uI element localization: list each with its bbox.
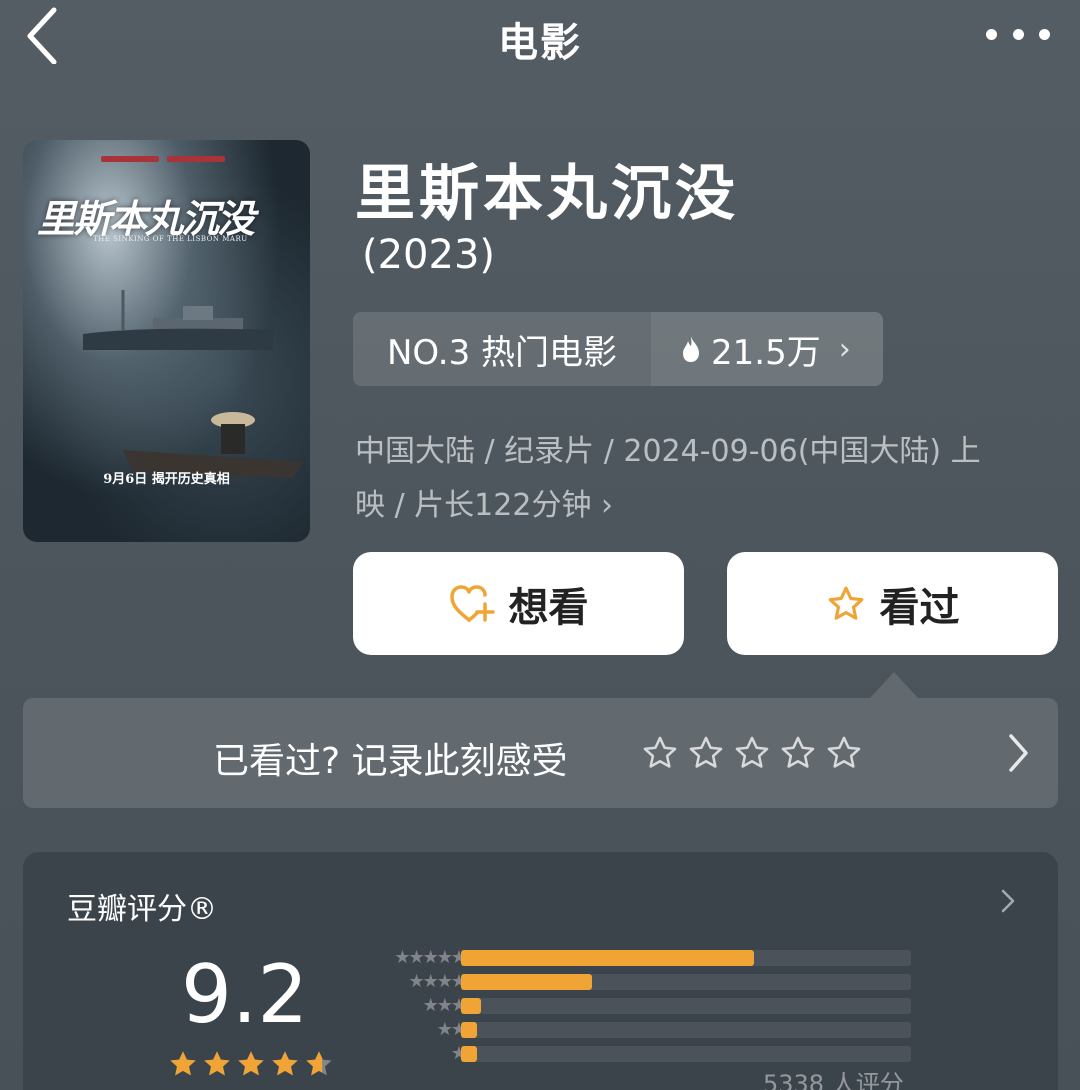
distribution-track — [461, 1046, 911, 1062]
rank-label: NO.3 热门电影 — [386, 332, 618, 373]
movie-meta-line-2[interactable]: 映 / 片长122分钟 › — [355, 480, 1045, 524]
top-bar: 电影 — [0, 0, 1080, 80]
flame-icon — [683, 336, 699, 362]
rate-prompt-text: 已看过? 记录此刻感受 — [213, 741, 568, 782]
distribution-row: ★ — [345, 1042, 925, 1066]
heat-value: 21.5万 — [711, 332, 821, 373]
chevron-right-icon — [1001, 889, 1015, 913]
rate-stars[interactable] — [641, 734, 863, 772]
more-dot-icon — [986, 28, 997, 40]
star-outline-icon[interactable] — [641, 734, 679, 772]
score-value: 9.2 — [181, 948, 309, 1041]
want-to-watch-label: 想看 — [508, 584, 589, 631]
star-outline-icon[interactable] — [733, 734, 771, 772]
poster-subtitle: THE SINKING OF THE LISBON MARU — [93, 235, 248, 243]
score-star-icon — [238, 1051, 264, 1076]
score-stars — [167, 1048, 335, 1080]
distribution-row: ★★★ — [345, 994, 925, 1018]
score-star-icon — [272, 1051, 298, 1076]
distribution-bar — [461, 1022, 477, 1038]
distribution-row: ★★★★ — [345, 970, 925, 994]
distribution-track — [461, 998, 911, 1014]
poster-caption: 9月6日 揭开历史真相 — [103, 472, 230, 487]
distribution-star-label: ★★★ — [422, 995, 467, 1016]
distribution-bar — [461, 1046, 477, 1062]
more-dot-icon — [1012, 28, 1024, 40]
page-title: 电影 — [498, 20, 582, 66]
distribution-bar — [461, 998, 482, 1014]
rating-distribution: ★★★★★ ★★★★ ★★★ ★★ ★ — [345, 946, 925, 1066]
movie-year: (2023) — [362, 232, 496, 278]
distribution-star-label: ★★★★★ — [394, 947, 467, 968]
movie-meta-line: 中国大陆 / 纪录片 / 2024-09-06(中国大陆) 上 — [355, 434, 981, 469]
rate-prompt-bar[interactable]: 已看过? 记录此刻感受 — [23, 698, 1058, 808]
watched-label: 看过 — [879, 584, 960, 631]
star-outline-icon[interactable] — [779, 734, 817, 772]
score-star-icon — [306, 1051, 332, 1076]
rate-bar-pointer — [870, 672, 918, 698]
want-to-watch-button[interactable]: 想看 — [353, 552, 684, 655]
distribution-row: ★★ — [345, 1018, 925, 1042]
distribution-row: ★★★★★ — [345, 946, 925, 970]
more-options-button[interactable] — [986, 24, 1050, 44]
chevron-right-icon — [1009, 734, 1028, 772]
star-outline-icon[interactable] — [687, 734, 725, 772]
distribution-star-label: ★★★★ — [408, 971, 467, 992]
poster-ship-image — [83, 290, 273, 350]
distribution-track — [461, 1022, 911, 1038]
chevron-right-icon: › — [601, 488, 613, 523]
heart-plus-icon — [449, 584, 495, 622]
distribution-track — [461, 950, 911, 966]
star-outline-icon — [828, 586, 863, 620]
movie-meta-line-text: 映 / 片长122分钟 — [355, 488, 592, 523]
star-outline-icon[interactable] — [825, 734, 863, 772]
more-dot-icon — [1039, 28, 1050, 40]
ranking-badge[interactable]: NO.3 热门电影 21.5万 › — [353, 312, 883, 386]
heat-indicator[interactable]: 21.5万 › — [651, 312, 883, 386]
movie-poster[interactable]: 里斯本丸沉没 THE SINKING OF THE LISBON MARU 9月… — [23, 140, 310, 542]
distribution-bar — [461, 974, 592, 990]
score-star-icon — [204, 1051, 230, 1076]
distribution-track — [461, 974, 911, 990]
movie-title: 里斯本丸沉没 — [355, 159, 739, 229]
distribution-bar — [461, 950, 754, 966]
watched-button[interactable]: 看过 — [727, 552, 1058, 655]
poster-credit-line — [101, 147, 241, 162]
rating-count: 5338 人评分 — [763, 1070, 904, 1090]
chevron-right-icon: › — [838, 331, 851, 367]
score-star-icon — [170, 1051, 196, 1076]
score-card-title: 豆瓣评分® — [67, 892, 217, 927]
douban-score-card[interactable]: 豆瓣评分® 9.2 ★★★★★ ★★★★ ★★★ ★★ ★ 5338 人评分 — [23, 852, 1058, 1090]
